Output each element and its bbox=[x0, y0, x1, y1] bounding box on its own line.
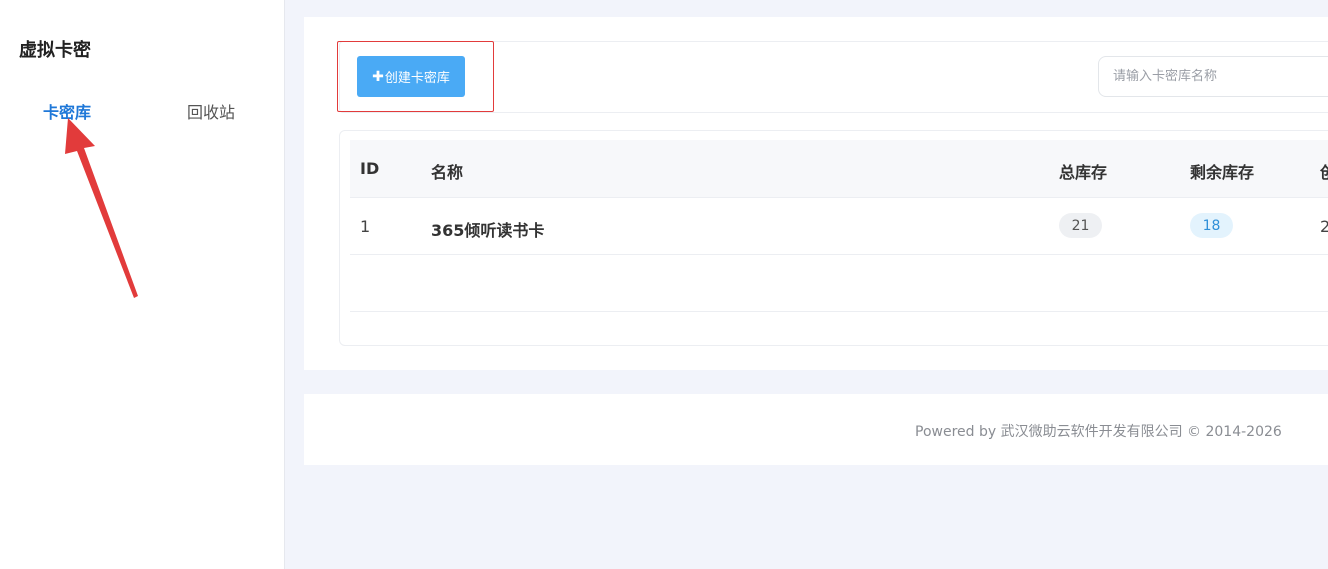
header-remaining-stock: 剩余库存 bbox=[1190, 163, 1255, 182]
sidebar-title: 虚拟卡密 bbox=[19, 40, 91, 61]
create-card-library-button[interactable]: ✚ 创建卡密库 bbox=[357, 56, 465, 97]
header-created: 创 bbox=[1320, 159, 1328, 183]
table-row[interactable]: 1 365倾听读书卡 21 18 2 bbox=[350, 198, 1328, 255]
table-header: ID 名称 总库存 剩余库存 创 bbox=[350, 140, 1328, 198]
search-input[interactable] bbox=[1098, 56, 1328, 97]
header-total-stock: 总库存 bbox=[1059, 163, 1108, 182]
tab-recycle-bin[interactable]: 回收站 bbox=[187, 99, 235, 123]
table-row-empty bbox=[350, 255, 1328, 312]
remaining-stock-badge: 18 bbox=[1190, 213, 1233, 238]
cell-created: 2 bbox=[1320, 217, 1328, 236]
annotation-arrow-icon bbox=[65, 118, 138, 298]
footer-copyright: Powered by 武汉微助云软件开发有限公司 © 2014-2026 bbox=[915, 424, 1282, 440]
header-name: 名称 bbox=[431, 163, 464, 182]
cell-id: 1 bbox=[360, 217, 371, 236]
total-stock-badge: 21 bbox=[1059, 213, 1102, 238]
plus-icon: ✚ bbox=[372, 68, 384, 85]
cell-name: 365倾听读书卡 bbox=[431, 221, 545, 240]
header-id: ID bbox=[360, 159, 380, 178]
create-button-label: 创建卡密库 bbox=[384, 71, 450, 86]
